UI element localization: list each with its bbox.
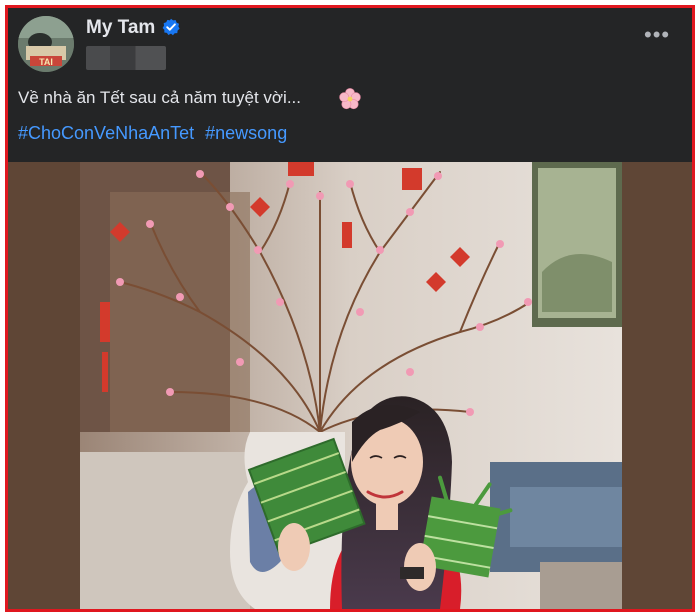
author-name[interactable]: My Tam bbox=[86, 17, 155, 39]
post-caption: Về nhà ăn Tết sau cả năm tuyệt vời... bbox=[18, 88, 301, 107]
post-timestamp-blurred bbox=[86, 46, 166, 70]
cherry-blossom-icon bbox=[339, 88, 361, 110]
avatar-label: TAI bbox=[39, 57, 53, 67]
hashtag-link[interactable]: #newsong bbox=[205, 123, 287, 143]
hashtag-link[interactable]: #ChoConVeNhaAnTet bbox=[18, 123, 194, 143]
post-card: TAI My Tam ••• Về nhà ăn Tết sau cả năm … bbox=[5, 5, 695, 612]
post-header: TAI My Tam ••• Về nhà ăn Tết sau cả năm … bbox=[8, 8, 692, 162]
post-photo[interactable] bbox=[80, 162, 622, 609]
post-media[interactable] bbox=[8, 162, 692, 609]
hashtag-list: #ChoConVeNhaAnTet #newsong bbox=[18, 123, 293, 144]
more-options-button[interactable]: ••• bbox=[644, 24, 674, 50]
avatar-image: TAI bbox=[18, 16, 74, 72]
avatar[interactable]: TAI bbox=[18, 16, 74, 72]
verified-badge-icon bbox=[162, 18, 180, 36]
